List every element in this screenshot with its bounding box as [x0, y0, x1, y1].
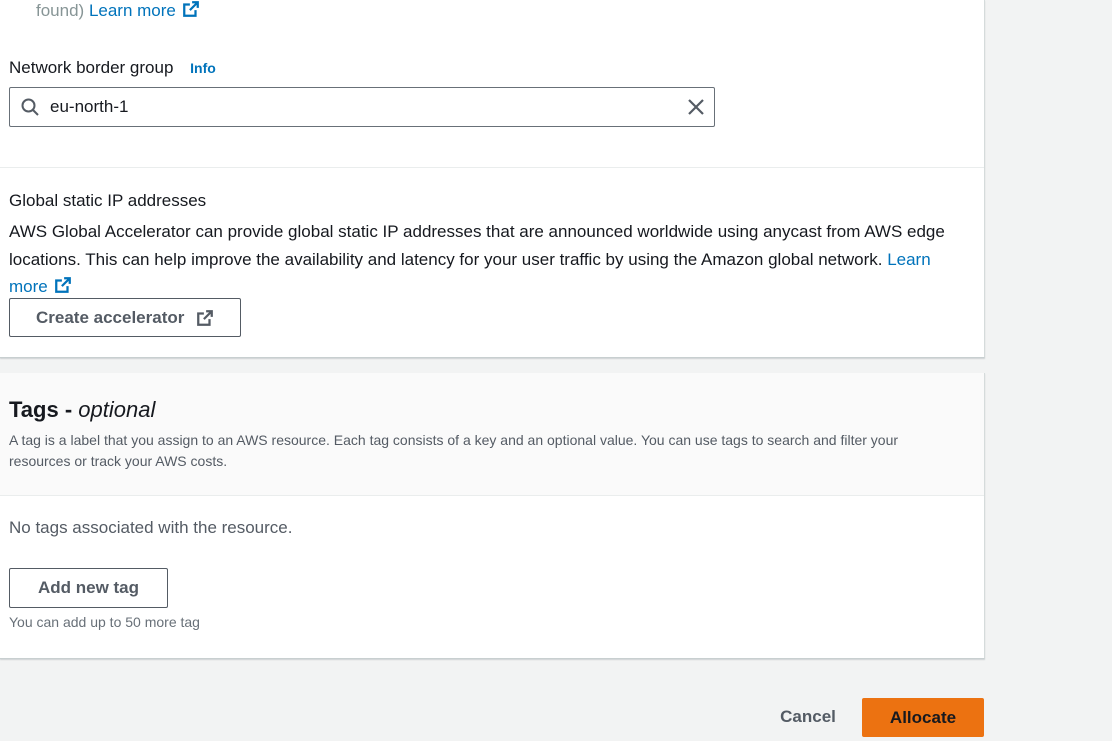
ip-settings-panel: found) Learn more Network border group I… [0, 0, 985, 358]
add-new-tag-button[interactable]: Add new tag [9, 568, 168, 608]
previous-field-description: found) Learn more [36, 0, 200, 21]
faded-text: found) [36, 1, 85, 20]
network-border-group-search[interactable]: eu-north-1 [9, 87, 715, 127]
create-accelerator-button[interactable]: Create accelerator [9, 298, 241, 337]
close-icon[interactable] [687, 98, 705, 116]
external-link-icon [197, 309, 214, 326]
external-link-icon [54, 277, 71, 293]
search-value[interactable]: eu-north-1 [50, 97, 128, 117]
cancel-button[interactable]: Cancel [765, 698, 851, 736]
tags-header: Tags - optional A tag is a label that yo… [0, 373, 984, 496]
learn-more-link-top[interactable]: Learn more [89, 1, 200, 20]
global-static-ip-text: AWS Global Accelerator can provide globa… [9, 222, 945, 269]
info-link[interactable]: Info [190, 60, 216, 76]
network-border-group-label: Network border group Info [9, 58, 216, 77]
external-link-icon [183, 1, 199, 17]
search-icon [21, 98, 39, 116]
tag-limit-text: You can add up to 50 more tag [9, 614, 200, 630]
allocate-button[interactable]: Allocate [862, 698, 984, 737]
global-static-ip-description: AWS Global Accelerator can provide globa… [9, 218, 969, 301]
empty-tags-text: No tags associated with the resource. [9, 518, 293, 537]
tags-description: A tag is a label that you assign to an A… [9, 432, 899, 469]
tags-title: Tags - optional [9, 397, 156, 422]
section-divider [0, 167, 984, 168]
global-static-ip-title: Global static IP addresses [9, 191, 207, 210]
tags-panel: Tags - optional A tag is a label that yo… [0, 373, 985, 659]
